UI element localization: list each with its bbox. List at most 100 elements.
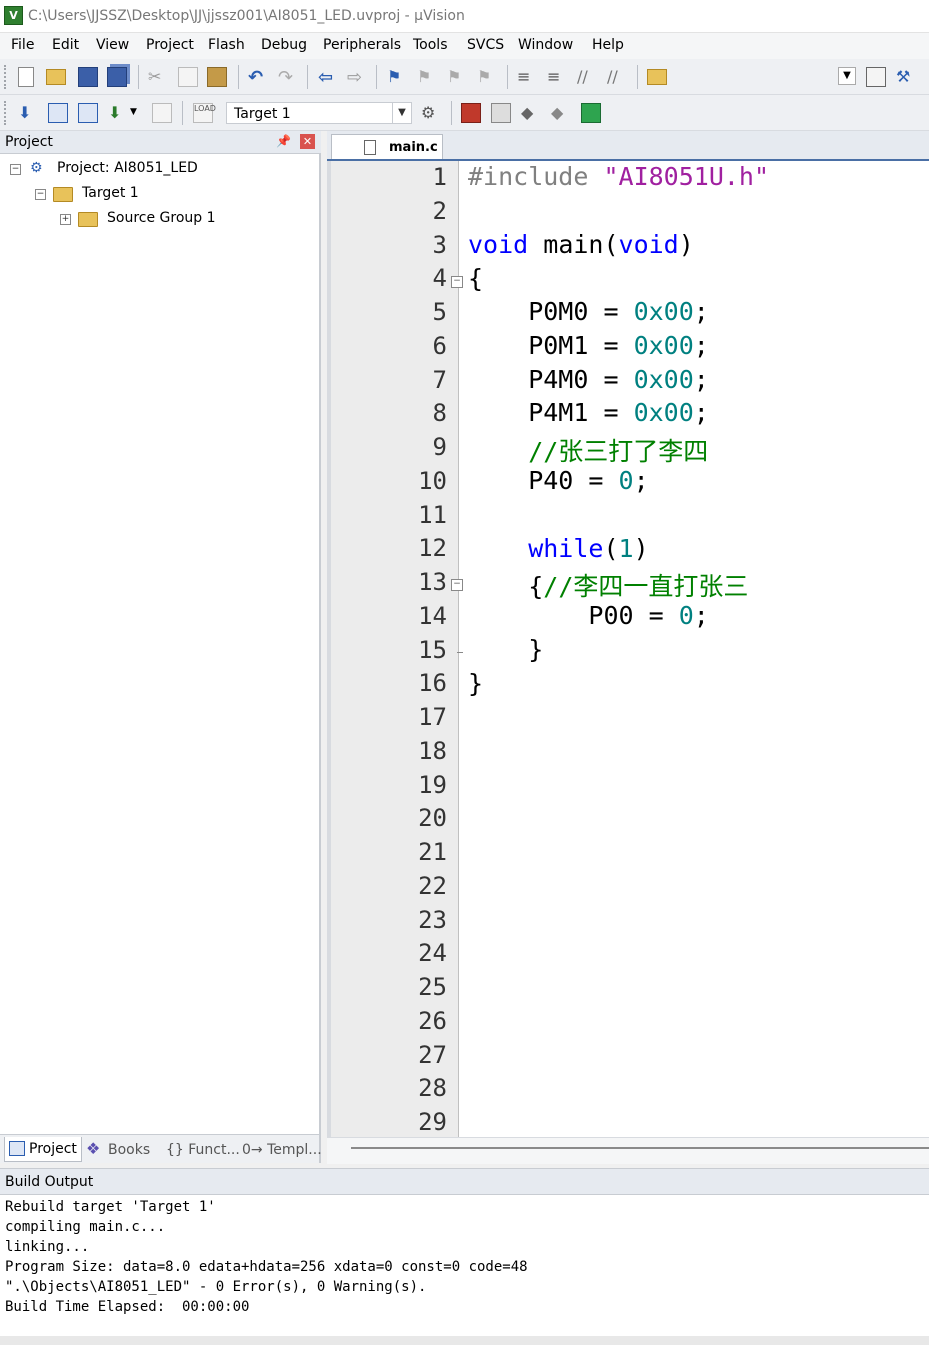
uvision-app-icon[interactable]: V <box>4 6 23 25</box>
code-line[interactable]: } <box>468 635 543 664</box>
code-line[interactable]: { <box>468 264 483 293</box>
pack-installer-icon[interactable]: ◆ <box>551 103 571 123</box>
stc-isp-icon[interactable] <box>581 103 601 123</box>
manage-project-items-icon[interactable] <box>461 103 481 123</box>
clear-bookmarks-icon[interactable]: ⚑ <box>477 67 497 87</box>
next-bookmark-icon[interactable]: ⚑ <box>447 67 467 87</box>
code-line[interactable]: } <box>468 669 483 698</box>
options-for-target-icon[interactable]: ⚙ <box>421 103 441 123</box>
navigate-forward-icon[interactable]: ⇨ <box>347 67 367 88</box>
line-number: 3 <box>432 230 447 259</box>
line-number: 2 <box>432 196 447 225</box>
batch-build-icon[interactable]: ⬇ <box>108 103 128 123</box>
code-line[interactable]: P4M0 = 0x00; <box>468 365 709 394</box>
toolbar-grip[interactable] <box>4 65 9 89</box>
expand-icon[interactable]: + <box>60 214 71 225</box>
tree-target-node[interactable]: − Target 1 <box>35 184 295 206</box>
paste-icon[interactable] <box>207 67 227 87</box>
batch-build-dropdown-icon[interactable]: ▼ <box>130 107 142 127</box>
build-icon[interactable] <box>48 103 68 123</box>
bookmark-icon[interactable]: ⚑ <box>387 67 407 87</box>
close-icon[interactable]: ✕ <box>300 134 315 149</box>
code-line[interactable]: while(1) <box>468 534 648 563</box>
window-title: C:\Users\JJSSZ\Desktop\JJ\jjssz001\AI805… <box>28 8 465 24</box>
line-number: 13 <box>418 568 447 596</box>
menu-file[interactable]: File <box>11 37 34 53</box>
project-panel-tabs: Project ❖ Books {} Funct... 0→ Templ... <box>0 1134 322 1163</box>
menu-project[interactable]: Project <box>146 37 194 53</box>
menu-flash[interactable]: Flash <box>208 37 245 53</box>
horizontal-scrollbar[interactable] <box>327 1137 929 1164</box>
tab-templates-label: 0→ Templ... <box>242 1142 322 1158</box>
open-folder-icon[interactable] <box>46 69 66 85</box>
line-number: 8 <box>432 399 447 428</box>
code-line[interactable]: {//李四一直打张三 <box>468 567 748 603</box>
select-packs-icon[interactable] <box>491 103 511 123</box>
prev-bookmark-icon[interactable]: ⚑ <box>417 67 437 87</box>
line-number: 18 <box>418 736 447 765</box>
tree-group-node[interactable]: + Source Group 1 <box>60 209 300 231</box>
find-dropdown-icon[interactable]: ▼ <box>838 67 856 85</box>
menu-debug[interactable]: Debug <box>261 37 307 53</box>
navigate-back-icon[interactable]: ⇦ <box>318 67 338 88</box>
tab-books-label: Books <box>108 1142 151 1158</box>
download-load-icon[interactable]: LOAD <box>193 103 216 123</box>
undo-icon[interactable]: ↶ <box>248 67 268 88</box>
find-in-files-icon[interactable] <box>647 69 667 85</box>
menu-view[interactable]: View <box>96 37 129 53</box>
fold-collapse-icon[interactable]: − <box>451 276 463 288</box>
tree-project-node[interactable]: − ⚙ Project: AI8051_LED <box>10 159 310 181</box>
tab-functions[interactable]: {} Funct... <box>162 1137 240 1161</box>
tab-main-c[interactable]: main.c <box>331 134 443 159</box>
manage-rte-icon[interactable]: ◆ <box>521 103 541 123</box>
tab-project[interactable]: Project <box>4 1137 82 1162</box>
tab-templates[interactable]: 0→ Templ... <box>239 1137 322 1161</box>
translate-icon[interactable]: ⬇ <box>18 103 38 123</box>
menu-window[interactable]: Window <box>518 37 573 53</box>
collapse-icon[interactable]: − <box>10 164 21 175</box>
rebuild-icon[interactable] <box>78 103 98 123</box>
code-line[interactable]: //张三打了李四 <box>468 432 708 468</box>
code-line[interactable]: void main(void) <box>468 230 694 259</box>
code-line[interactable]: #include "AI8051U.h" <box>468 162 769 191</box>
line-number: 14 <box>418 601 447 630</box>
stop-build-icon[interactable] <box>152 103 172 123</box>
code-line[interactable]: P40 = 0; <box>468 466 648 495</box>
comment-icon[interactable]: // <box>577 67 597 87</box>
menu-tools[interactable]: Tools <box>413 37 448 53</box>
line-number: 4 <box>432 264 447 293</box>
line-number: 15 <box>418 635 447 664</box>
code-line[interactable]: P0M1 = 0x00; <box>468 331 709 360</box>
copy-icon[interactable] <box>178 67 198 87</box>
code-line[interactable]: P0M0 = 0x00; <box>468 297 709 326</box>
collapse-icon[interactable]: − <box>35 189 46 200</box>
debug-session-icon[interactable]: ⚒ <box>896 67 916 87</box>
tab-books[interactable]: ❖ Books <box>84 1137 152 1161</box>
line-number: 12 <box>418 534 447 563</box>
build-output-scrollbar[interactable] <box>0 1336 929 1345</box>
cut-icon[interactable]: ✂ <box>148 67 168 87</box>
menu-svcs[interactable]: SVCS <box>467 37 504 53</box>
indent-icon[interactable]: ≡ <box>517 67 537 87</box>
menu-peripherals[interactable]: Peripherals <box>323 37 401 53</box>
code-line[interactable]: P4M1 = 0x00; <box>468 398 709 427</box>
uncomment-icon[interactable]: // <box>607 67 627 87</box>
menu-help[interactable]: Help <box>592 37 624 53</box>
save-all-icon[interactable] <box>107 67 127 87</box>
menu-edit[interactable]: Edit <box>52 37 79 53</box>
save-icon[interactable] <box>78 67 98 87</box>
target-select[interactable]: Target 1 ▼ <box>226 102 412 124</box>
line-number: 9 <box>432 433 447 461</box>
chevron-down-icon[interactable]: ▼ <box>392 103 411 123</box>
unindent-icon[interactable]: ≡ <box>547 67 567 87</box>
fold-collapse-icon[interactable]: − <box>451 579 463 591</box>
redo-icon[interactable]: ↷ <box>278 67 298 88</box>
build-output-title: Build Output <box>5 1174 94 1190</box>
tree-target-label: Target 1 <box>82 185 139 201</box>
pin-icon[interactable]: 📌 <box>276 134 291 148</box>
incremental-find-icon[interactable] <box>866 67 886 87</box>
scrollbar-track[interactable] <box>351 1147 929 1149</box>
code-line[interactable]: P00 = 0; <box>468 601 708 630</box>
new-file-icon[interactable] <box>18 67 34 87</box>
toolbar-grip[interactable] <box>4 101 9 125</box>
